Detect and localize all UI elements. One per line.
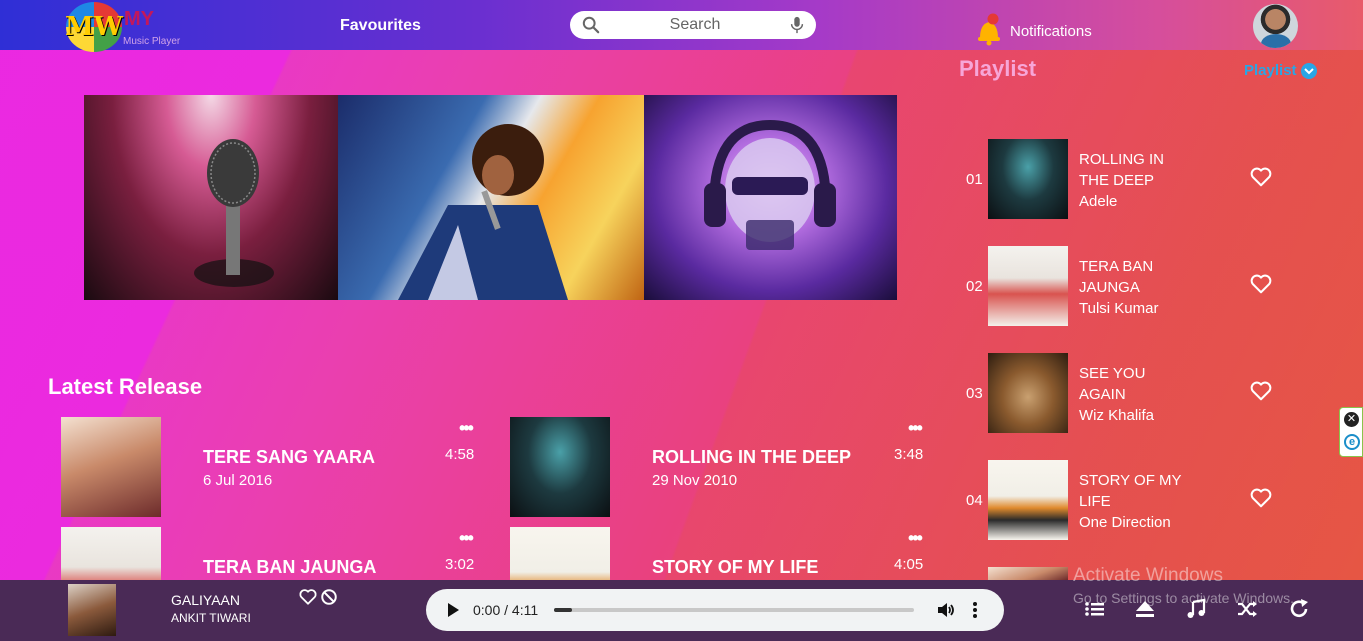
playlist-song-name: TERA BAN JAUNGA Tulsi Kumar (1079, 256, 1189, 319)
play-icon[interactable] (446, 602, 460, 618)
playlist-item[interactable]: 04 STORY OF MY LIFE One Direction (960, 460, 1290, 540)
user-avatar[interactable] (1253, 4, 1298, 48)
banner-image-singer[interactable] (338, 95, 644, 300)
release-title: TERE SANG YAARA (203, 447, 376, 467)
volume-icon[interactable] (936, 600, 956, 620)
playlist-dropdown[interactable]: Playlist (1244, 62, 1317, 79)
hero-banner (84, 95, 897, 300)
release-duration: 3:02 (445, 556, 475, 573)
latest-release-heading: Latest Release (48, 374, 203, 399)
release-card[interactable]: TERA BAN JAUNGA ••• 3:02 (61, 527, 491, 580)
playlist-song-name: SEE YOU AGAIN Wiz Khalifa (1079, 363, 1189, 426)
more-options-icon[interactable]: ••• (908, 529, 923, 547)
bell-icon (978, 13, 1000, 46)
playlist-song-name: ROLLING IN THE DEEP Adele (1079, 149, 1189, 212)
microphone-illustration (194, 139, 274, 287)
logo-mark: MW (65, 12, 123, 42)
heart-icon[interactable] (1250, 380, 1272, 402)
playlist-song-title: SEE YOU AGAIN (1079, 365, 1146, 403)
notifications-label: Notifications (1010, 23, 1092, 40)
singer-illustration (398, 124, 568, 300)
release-duration: 3:48 (894, 446, 924, 463)
release-card[interactable]: ROLLING IN THE DEEP 29 Nov 2010 ••• 3:48 (510, 417, 940, 517)
close-icon[interactable]: ✕ (1344, 412, 1359, 427)
logo-subtitle: Music Player (123, 36, 181, 47)
playlist-cover (988, 246, 1068, 326)
top-nav-bar: MW MY Music Player Favourites Notificati… (0, 0, 1363, 52)
block-icon[interactable] (320, 588, 338, 606)
playlist-item[interactable]: 03 SEE YOU AGAIN Wiz Khalifa (960, 353, 1290, 433)
activate-windows-subtitle: Go to Settings to activate Windows. (1073, 590, 1294, 606)
release-cover (510, 527, 610, 580)
heart-icon[interactable] (1250, 487, 1272, 509)
playlist-item[interactable]: 02 TERA BAN JAUNGA Tulsi Kumar (960, 246, 1290, 326)
seek-bar[interactable] (554, 608, 914, 612)
playlist-song-title: TERA BAN JAUNGA (1079, 258, 1154, 296)
playlist-song-title: ROLLING IN THE DEEP (1079, 151, 1165, 189)
heart-icon[interactable] (299, 588, 317, 606)
skull-headphones-illustration (704, 119, 836, 250)
edge-icon[interactable]: e (1344, 434, 1360, 450)
release-card[interactable]: STORY OF MY LIFE ••• 4:05 (510, 527, 940, 580)
release-cover (61, 417, 161, 517)
release-title: STORY OF MY LIFE (652, 557, 819, 577)
playlist-song-title: STORY OF MY LIFE (1079, 472, 1182, 510)
playlist-number: 04 (966, 492, 983, 509)
seek-progress (554, 608, 572, 612)
microphone-icon[interactable] (789, 16, 805, 34)
playback-time: 0:00 / 4:11 (473, 602, 539, 618)
activate-windows-title: Activate Windows (1073, 565, 1223, 586)
more-options-icon[interactable]: ••• (459, 529, 474, 547)
release-date: 29 Nov 2010 (652, 472, 738, 489)
now-playing-artist: ANKIT TIWARI (171, 611, 251, 625)
playlist-number: 02 (966, 278, 983, 295)
playlist-artist: Wiz Khalifa (1079, 407, 1155, 424)
playlist-item[interactable]: 01 ROLLING IN THE DEEP Adele (960, 139, 1290, 219)
search-icon[interactable] (582, 16, 600, 34)
release-title: ROLLING IN THE DEEP (652, 447, 852, 467)
more-vertical-icon[interactable] (971, 600, 979, 620)
playlist-artist: Tulsi Kumar (1079, 300, 1159, 317)
playlist-cover (988, 460, 1068, 540)
playlist-artist: One Direction (1079, 514, 1171, 531)
playlist-cover (988, 139, 1068, 219)
search-input[interactable] (610, 14, 780, 36)
logo-title: MY (124, 8, 154, 30)
side-extension-widget: ✕ e (1339, 407, 1363, 457)
playlist-number: 03 (966, 385, 983, 402)
more-options-icon[interactable]: ••• (908, 419, 923, 437)
chevron-down-icon (1300, 62, 1317, 79)
banner-image-skull-headphones[interactable] (644, 95, 897, 300)
release-title: TERA BAN JAUNGA (203, 557, 377, 577)
heart-icon[interactable] (1250, 166, 1272, 188)
playlist-cover-partial[interactable] (988, 567, 1068, 580)
now-playing-cover[interactable] (68, 584, 116, 636)
nav-favourites-link[interactable]: Favourites (340, 17, 421, 35)
release-card[interactable]: TERE SANG YAARA 6 Jul 2016 ••• 4:58 (61, 417, 491, 517)
now-playing-title: GALIYAAN (171, 592, 240, 608)
playlist-artist: Adele (1079, 193, 1118, 210)
release-date: 6 Jul 2016 (203, 472, 273, 489)
release-duration: 4:05 (894, 556, 924, 573)
playlist-link-label: Playlist (1244, 62, 1297, 79)
release-cover (510, 417, 610, 517)
notifications-button[interactable]: Notifications (976, 6, 1092, 46)
release-duration: 4:58 (445, 446, 475, 463)
playlist-cover (988, 353, 1068, 433)
audio-player: 0:00 / 4:11 (426, 589, 1004, 631)
playlist-song-name: STORY OF MY LIFE One Direction (1079, 470, 1189, 533)
search-bar[interactable] (570, 11, 816, 39)
app-logo[interactable]: MW (65, 2, 123, 52)
release-cover (61, 527, 161, 580)
heart-icon[interactable] (1250, 273, 1272, 295)
playlist-heading: Playlist (959, 56, 1037, 81)
more-options-icon[interactable]: ••• (459, 419, 474, 437)
playlist-number: 01 (966, 171, 983, 188)
banner-image-microphone[interactable] (84, 95, 338, 300)
